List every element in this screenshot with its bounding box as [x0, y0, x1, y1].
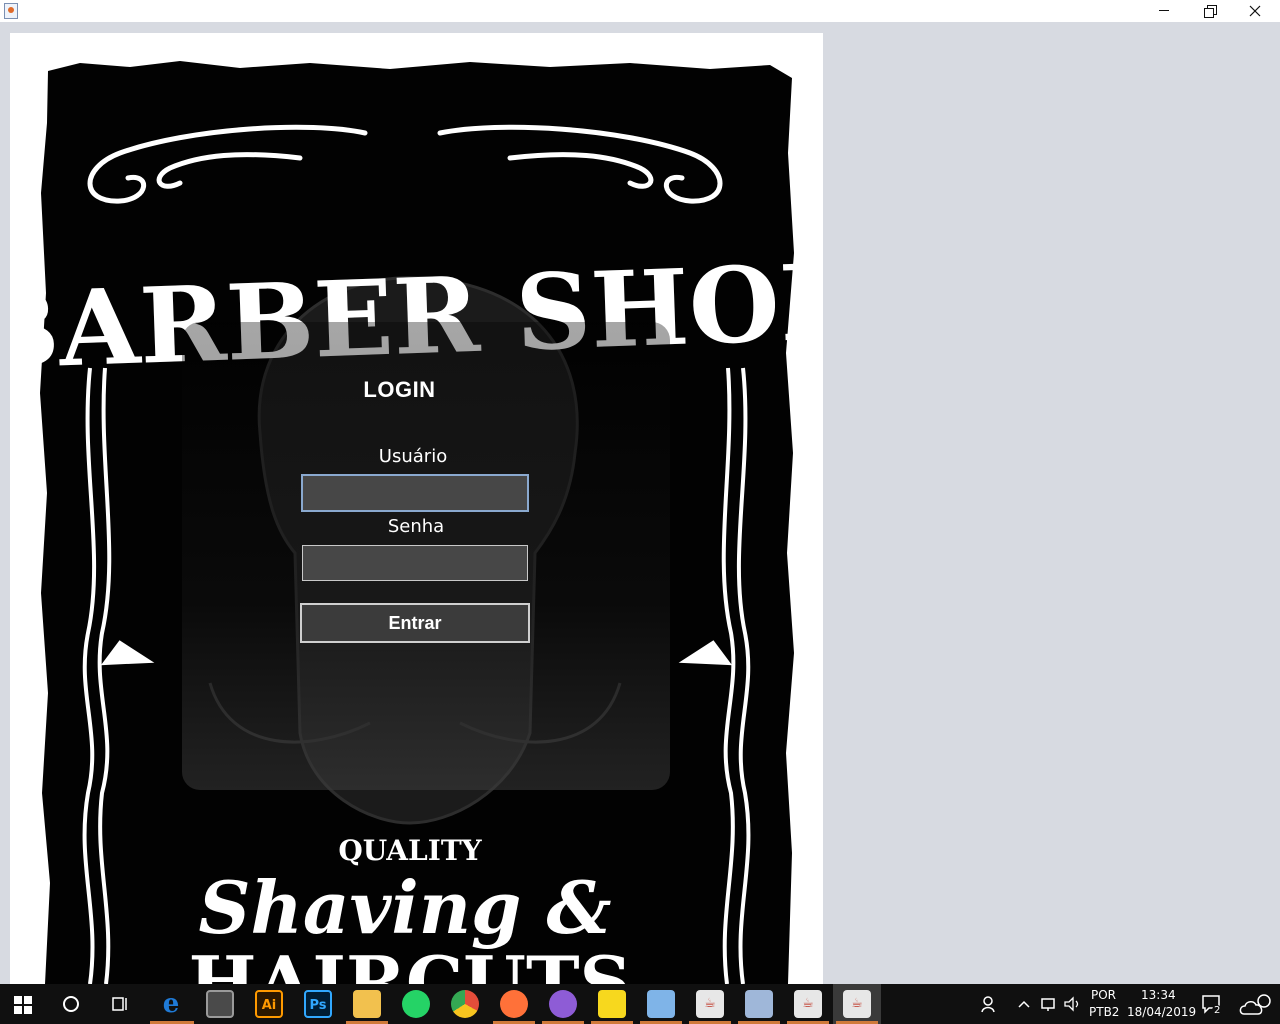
chrome-icon[interactable]: [451, 990, 479, 1018]
people-icon[interactable]: [980, 995, 998, 1013]
poster-tagline-quality: QUALITY: [338, 834, 482, 867]
keyboard-layout-indicator[interactable]: PTB2: [1089, 1005, 1119, 1019]
java-icon-2[interactable]: ☕: [794, 990, 822, 1018]
restore-button[interactable]: [1186, 0, 1232, 22]
edge-icon[interactable]: e: [157, 990, 185, 1018]
username-input[interactable]: [301, 474, 529, 512]
taskbar: e Ai Ps ☕ ☕ ☕ POR PTB2 13:34 18/04/2019 …: [0, 984, 1280, 1024]
password-input[interactable]: [302, 545, 528, 581]
login-title: LOGIN: [363, 377, 436, 402]
username-label: Usuário: [378, 446, 448, 467]
virtualbox-icon[interactable]: [647, 990, 675, 1018]
java-cup-icon: [4, 3, 18, 19]
close-icon: [1249, 5, 1261, 17]
cortana-icon[interactable]: [62, 995, 80, 1013]
whatsapp-icon[interactable]: [402, 990, 430, 1018]
paint-icon[interactable]: [745, 990, 773, 1018]
poster-tagline-haircuts: HAIRCUTS: [188, 940, 631, 984]
app-purple-icon[interactable]: [549, 990, 577, 1018]
window-title-bar[interactable]: [0, 0, 1280, 22]
weather-cloud-icon[interactable]: [1238, 992, 1276, 1018]
notification-count: 2: [1212, 1005, 1223, 1016]
close-button[interactable]: [1232, 0, 1278, 22]
clock-time[interactable]: 13:34: [1141, 988, 1176, 1002]
java-icon-1[interactable]: ☕: [696, 990, 724, 1018]
network-icon[interactable]: [1040, 995, 1058, 1013]
task-view-icon[interactable]: [110, 995, 130, 1013]
poster-tagline-shaving: Shaving &: [199, 865, 612, 950]
file-explorer-icon[interactable]: [353, 990, 381, 1018]
login-submit-button[interactable]: Entrar: [300, 603, 530, 643]
photoshop-icon[interactable]: Ps: [304, 990, 332, 1018]
illustrator-icon[interactable]: Ai: [255, 990, 283, 1018]
java-icon-3[interactable]: ☕: [843, 990, 871, 1018]
clock-date[interactable]: 18/04/2019: [1127, 1005, 1196, 1019]
firefox-icon[interactable]: [500, 990, 528, 1018]
chevron-up-icon[interactable]: [1017, 998, 1031, 1010]
calculator-icon[interactable]: [206, 990, 234, 1018]
start-icon[interactable]: [14, 996, 32, 1014]
sticky-notes-icon[interactable]: [598, 990, 626, 1018]
password-label: Senha: [387, 516, 445, 537]
minimize-button[interactable]: [1141, 0, 1187, 22]
language-indicator[interactable]: POR: [1091, 988, 1116, 1002]
volume-icon[interactable]: [1063, 995, 1081, 1013]
